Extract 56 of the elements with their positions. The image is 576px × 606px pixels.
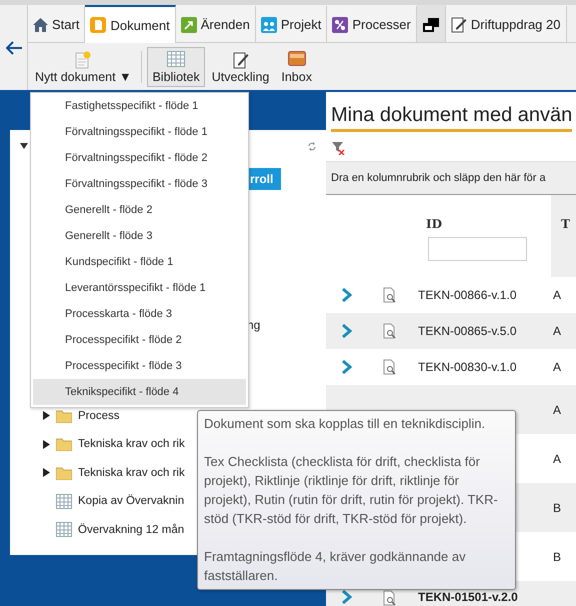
collapse-icon[interactable] <box>20 143 28 149</box>
table-cell-text: B <box>552 550 562 564</box>
edit-icon <box>450 16 467 33</box>
filter-input[interactable] <box>428 237 527 261</box>
table-cell-text: A <box>552 324 562 338</box>
new-document-icon <box>75 51 92 69</box>
panel-title: Mina dokument med använ <box>331 104 572 132</box>
toolbar-button[interactable]: Bibliotek <box>147 47 205 87</box>
home-icon <box>33 18 48 32</box>
inbox-icon <box>288 51 306 66</box>
chevron-icon[interactable] <box>342 288 352 302</box>
table-cell-text: A <box>552 402 562 416</box>
grid-icon <box>56 522 72 537</box>
menu-item[interactable]: Teknikspecifikt - flöde 4 <box>33 379 246 405</box>
chevron-icon[interactable] <box>342 324 352 338</box>
table-cell-text: A <box>552 360 562 374</box>
back-arrow-icon <box>6 40 22 54</box>
preview-icon[interactable] <box>383 287 397 303</box>
preview-icon[interactable] <box>383 359 397 375</box>
tree-item[interactable]: Tekniska krav och rik <box>43 434 316 454</box>
expand-icon[interactable] <box>43 440 50 448</box>
folder-icon <box>56 466 72 480</box>
tooltip-text: Framtagningsflöde 4, kräver godkännande av fastställaren. <box>204 548 467 585</box>
folder-icon <box>56 437 72 451</box>
table-cell-text: TEKN-00866-v.1.0 <box>417 288 518 302</box>
tooltip-text: Dokument som ska kopplas till en teknikdisciplin. <box>204 415 486 433</box>
table-cell-text: A <box>552 288 562 302</box>
grid-icon <box>167 51 186 67</box>
process-square-icon <box>332 16 348 32</box>
table-cell-text: TEKN-00830-v.1.0 <box>417 360 518 374</box>
table-cell-text: TEKN-01501-v.2.0 <box>417 590 519 604</box>
edit-icon <box>232 51 249 69</box>
arrow-square-icon <box>180 16 197 32</box>
preview-icon[interactable] <box>383 323 397 339</box>
windows-icon <box>422 16 440 32</box>
chevron-icon[interactable] <box>342 590 352 604</box>
toolbar-button[interactable]: Nytt dokument ▼ <box>30 47 136 87</box>
table-cell-text: B <box>552 500 562 514</box>
chevron-icon[interactable] <box>342 360 352 374</box>
table-cell-text: TEKN-00865-v.5.0 <box>417 324 518 338</box>
clear-filter-icon[interactable] <box>332 142 345 155</box>
grid-icon <box>56 494 72 508</box>
expand-icon[interactable] <box>43 411 50 420</box>
toolbar-button[interactable]: Utveckling <box>206 47 274 87</box>
tooltip-text: Tex Checklista (checklista för drift, checklista för projekt), Riktlinje (riktlinje för drift, riktlinje för projekt), Rutin (rutin för drift, rutin för projekt). TKR-stöd (TKR-stöd för drift, TKR-stöd för projekt). <box>204 453 499 528</box>
toolbar-button[interactable]: Inbox <box>276 47 317 87</box>
column-header[interactable]: ID <box>416 195 551 231</box>
preview-icon[interactable] <box>383 590 397 606</box>
people-square-icon <box>260 16 277 32</box>
refresh-icon[interactable] <box>308 140 316 152</box>
table-cell-text: A <box>552 452 562 466</box>
group-drop-area: Dra en kolumnrubrik och släpp den här för a <box>326 161 576 195</box>
document-icon <box>90 17 106 33</box>
tab[interactable]: Dokument <box>85 5 176 43</box>
tab[interactable] <box>416 5 446 42</box>
expand-icon[interactable] <box>43 468 50 477</box>
